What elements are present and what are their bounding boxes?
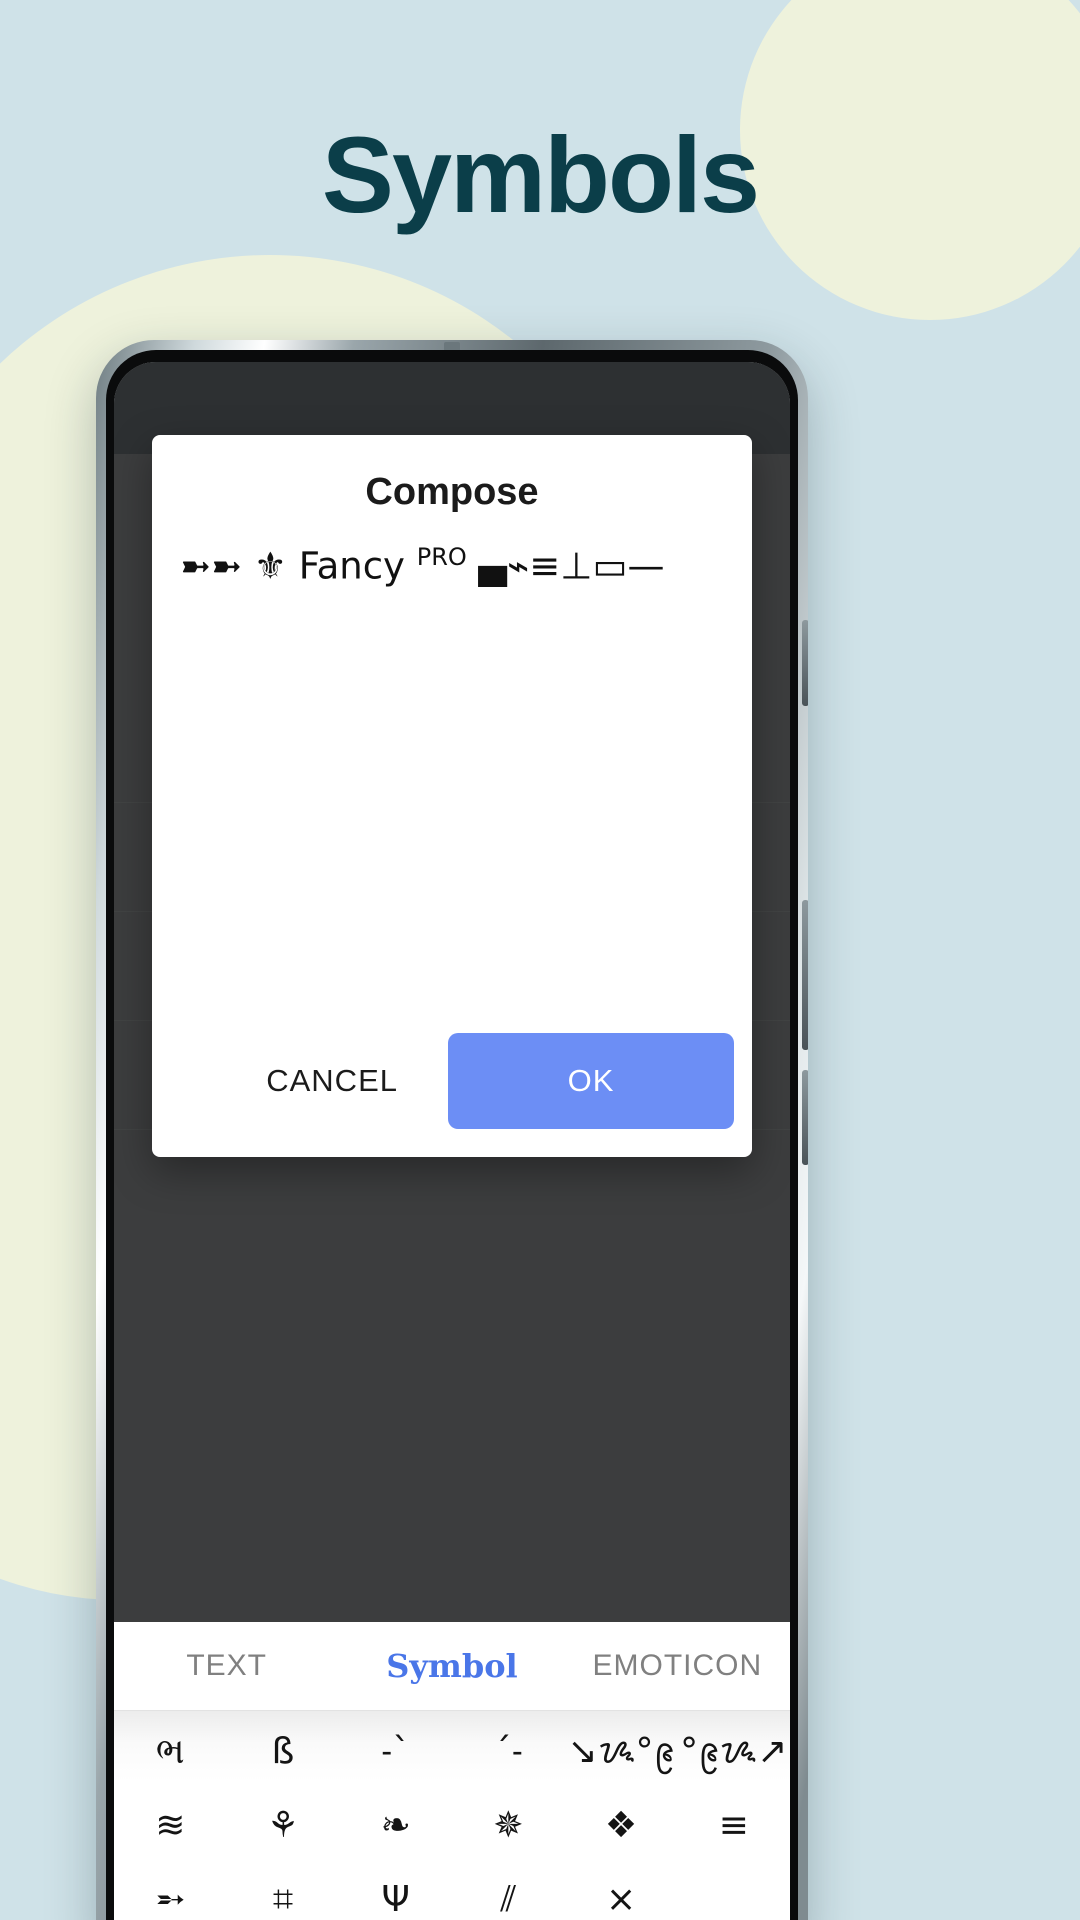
compose-text-trailing: ▄⌁≡⊥▭— bbox=[466, 544, 665, 588]
symbol-cell[interactable]: ✵ bbox=[452, 1808, 565, 1844]
compose-dialog: Compose ➼➼ ⚜ Fancy PRO ▄⌁≡⊥▭— CANCEL OK bbox=[152, 435, 752, 1157]
tab-text[interactable]: TEXT bbox=[114, 1649, 339, 1683]
symbol-grid: ભ ß ˗` ´˗ ↘ᝰ°᪉ °᪉ᝰ↗ ≋ ⚘ ❧ ✵ ❖ ≡ ➵ ⌗ Ψ ⫽ … bbox=[114, 1711, 790, 1920]
phone-volume-up-button[interactable] bbox=[802, 900, 808, 1050]
phone-screen: 1 2 3 4 ღFancyღ bbox=[114, 362, 790, 1920]
symbol-cell[interactable]: ⚘ bbox=[227, 1808, 340, 1844]
symbol-cell[interactable]: ↘ᝰ°᪉ bbox=[565, 1734, 678, 1770]
symbol-row: ભ ß ˗` ´˗ ↘ᝰ°᪉ °᪉ᝰ↗ bbox=[114, 1715, 790, 1789]
symbol-row: ≋ ⚘ ❧ ✵ ❖ ≡ bbox=[114, 1789, 790, 1863]
phone-mockup: 1 2 3 4 ღFancyღ bbox=[96, 340, 808, 1920]
phone-bezel: 1 2 3 4 ღFancyღ bbox=[106, 350, 798, 1920]
page-title: Symbols bbox=[321, 114, 760, 235]
phone-volume-down-button[interactable] bbox=[802, 1070, 808, 1165]
symbol-cell[interactable]: ➵ bbox=[114, 1882, 227, 1918]
symbol-cell[interactable]: ⌗ bbox=[227, 1882, 340, 1918]
phone-power-button[interactable] bbox=[802, 620, 808, 706]
symbol-cell[interactable]: °᪉ᝰ↗ bbox=[677, 1734, 790, 1770]
ok-button[interactable]: OK bbox=[448, 1033, 734, 1129]
symbol-cell[interactable]: ´˗ bbox=[452, 1734, 565, 1770]
cancel-button[interactable]: CANCEL bbox=[232, 1041, 432, 1121]
screenshot-root: Symbols 1 2 bbox=[0, 0, 1080, 1920]
symbol-cell[interactable]: ભ bbox=[114, 1734, 227, 1770]
compose-text-superscript: PRO bbox=[416, 544, 467, 571]
symbol-cell[interactable]: ß bbox=[227, 1734, 340, 1770]
tab-emoticon[interactable]: EMOTICON bbox=[565, 1649, 790, 1683]
symbol-cell[interactable]: ❖ bbox=[565, 1808, 678, 1844]
symbol-keyboard-panel: TEXT Symbol EMOTICON ભ ß ˗` ´˗ ↘ᝰ°᪉ °᪉ᝰ↗… bbox=[114, 1622, 790, 1920]
symbol-row: ➵ ⌗ Ψ ⫽ ⨯ bbox=[114, 1863, 790, 1920]
dialog-title: Compose bbox=[365, 471, 539, 513]
compose-text-input[interactable]: ➼➼ ⚜ Fancy PRO ▄⌁≡⊥▭— bbox=[180, 544, 724, 587]
dialog-body bbox=[152, 587, 752, 1033]
symbol-cell[interactable]: ≡ bbox=[677, 1808, 790, 1844]
keyboard-tabbar: TEXT Symbol EMOTICON bbox=[114, 1622, 790, 1711]
symbol-cell[interactable]: ≋ bbox=[114, 1808, 227, 1844]
tab-symbol[interactable]: Symbol bbox=[339, 1647, 564, 1685]
symbol-cell[interactable]: ❧ bbox=[339, 1808, 452, 1844]
dialog-action-bar: CANCEL OK bbox=[152, 1033, 752, 1157]
symbol-cell[interactable]: Ψ bbox=[339, 1882, 452, 1918]
symbol-cell[interactable]: ˗` bbox=[339, 1734, 452, 1770]
symbol-cell[interactable]: ⫽ bbox=[452, 1882, 565, 1918]
symbol-cell[interactable]: ⨯ bbox=[565, 1882, 678, 1918]
compose-text-value: ➼➼ ⚜ Fancy bbox=[180, 544, 417, 588]
